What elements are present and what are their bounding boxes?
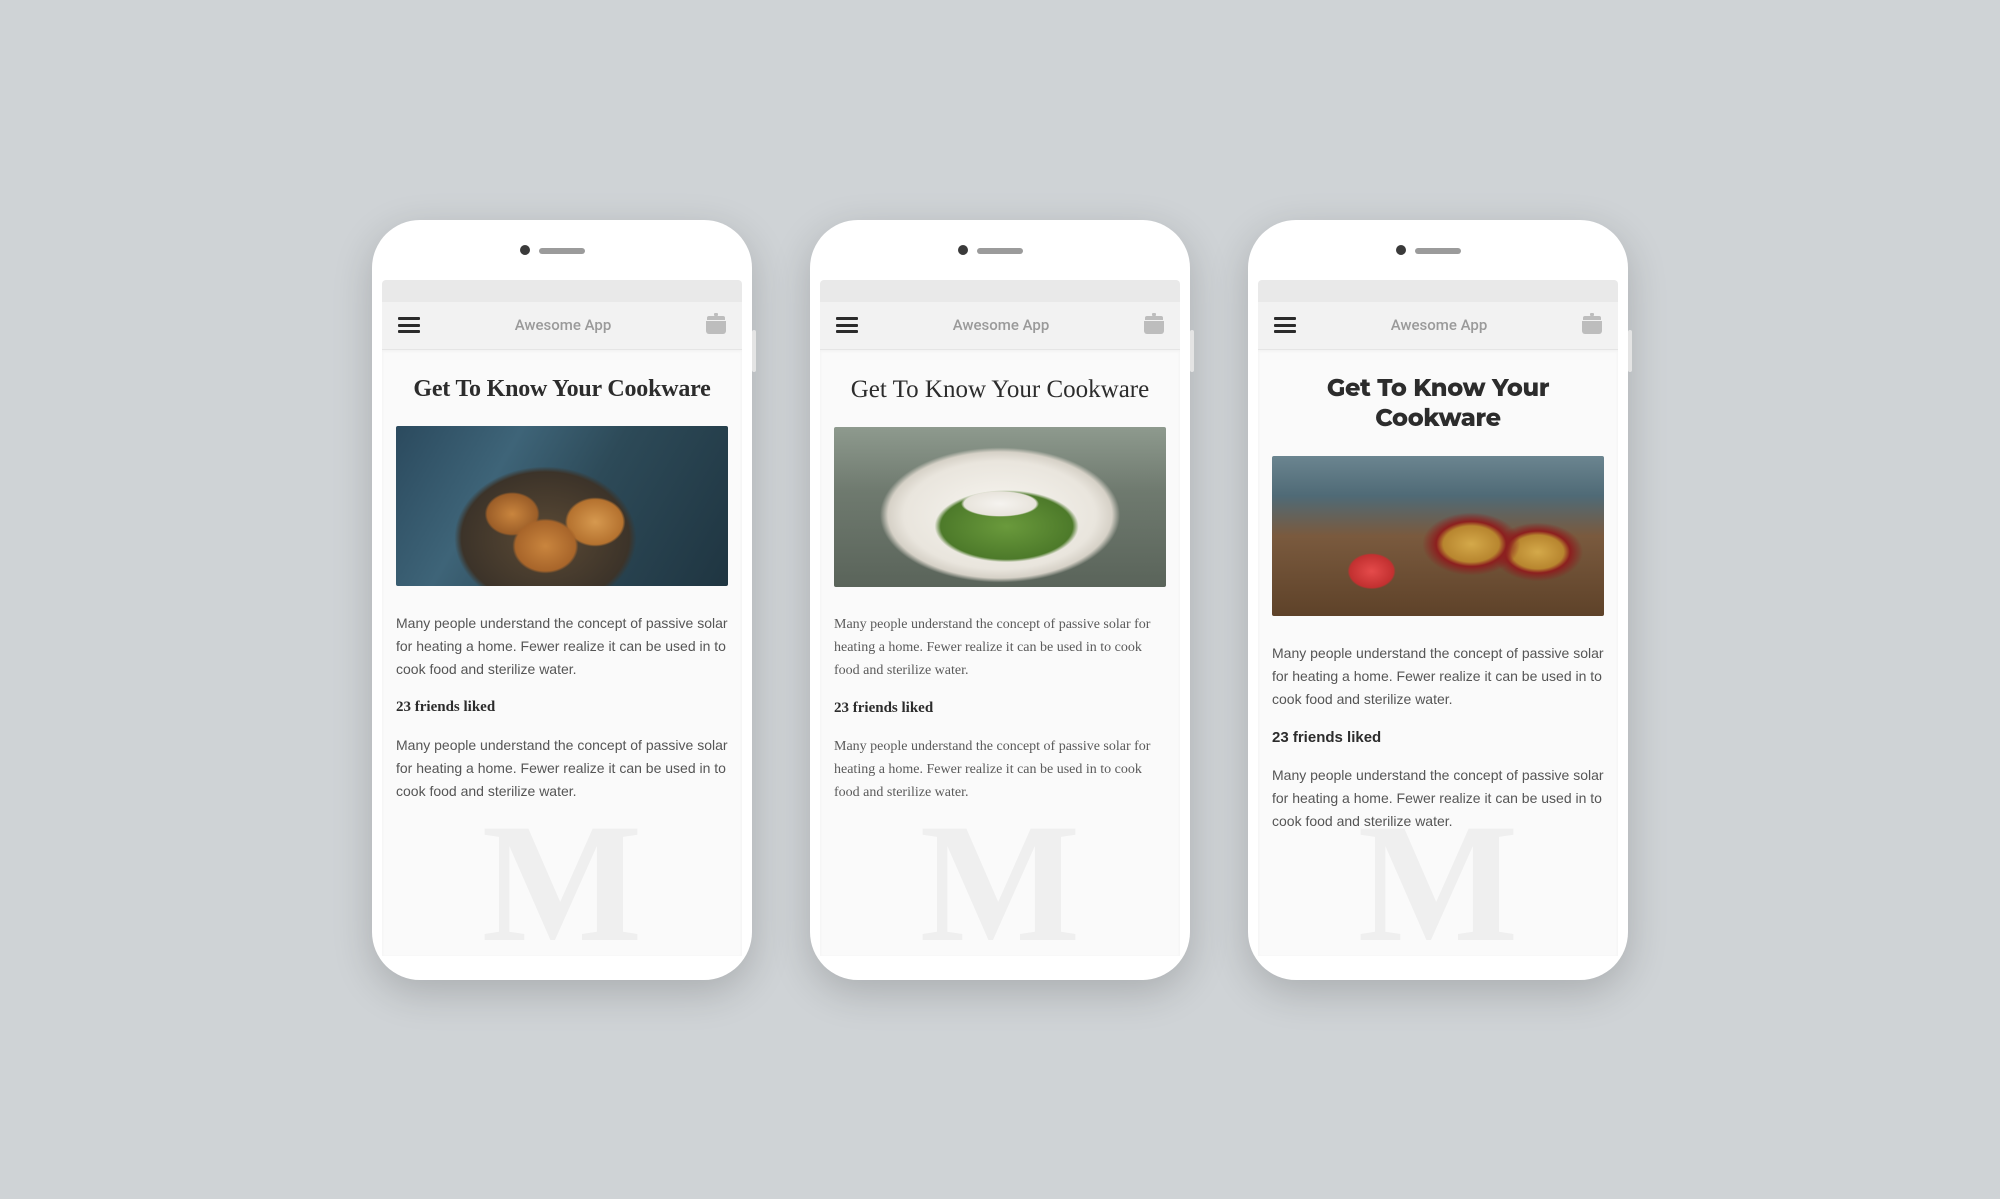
article-content: M Get To Know Your Cookware Many people … (820, 350, 1180, 956)
article-hero-image (834, 427, 1166, 587)
watermark-letter: M (482, 798, 642, 956)
phone-speaker (539, 248, 585, 254)
app-header: Awesome App (1258, 302, 1618, 350)
phone-mock-1: Awesome App M Get To Know Your Cookware … (372, 220, 752, 980)
phone-mock-3: Awesome App M Get To Know Your Cookware … (1248, 220, 1628, 980)
article-paragraph-1: Many people understand the concept of pa… (396, 612, 728, 681)
phone-camera (958, 245, 968, 255)
app-header: Awesome App (382, 302, 742, 350)
article-content: M Get To Know Your Cookware Many people … (1258, 350, 1618, 956)
menu-icon[interactable] (836, 317, 858, 333)
phone-camera (520, 245, 530, 255)
article-paragraph-2: Many people understand the concept of pa… (834, 735, 1166, 804)
status-bar (820, 280, 1180, 302)
friends-liked-label: 23 friends liked (1272, 729, 1604, 746)
phone-speaker (1415, 248, 1461, 254)
menu-icon[interactable] (1274, 317, 1296, 333)
article-hero-image (1272, 456, 1604, 616)
article-title: Get To Know Your Cookware (834, 374, 1166, 405)
article-paragraph-1: Many people understand the concept of pa… (834, 613, 1166, 682)
app-title: Awesome App (1391, 316, 1488, 334)
friends-liked-label: 23 friends liked (396, 699, 728, 716)
article-title: Get To Know Your Cookware (1272, 374, 1604, 434)
cookware-icon[interactable] (706, 316, 726, 334)
phone-side-button (1628, 330, 1632, 372)
phone-speaker (977, 248, 1023, 254)
app-header: Awesome App (820, 302, 1180, 350)
phone-mock-2: Awesome App M Get To Know Your Cookware … (810, 220, 1190, 980)
status-bar (382, 280, 742, 302)
article-content: M Get To Know Your Cookware Many people … (382, 350, 742, 956)
phone-side-button (752, 330, 756, 372)
device-showcase: Awesome App M Get To Know Your Cookware … (332, 180, 1668, 1020)
watermark-letter: M (920, 798, 1080, 956)
menu-icon[interactable] (398, 317, 420, 333)
article-paragraph-2: Many people understand the concept of pa… (1272, 764, 1604, 833)
cookware-icon[interactable] (1144, 316, 1164, 334)
article-title: Get To Know Your Cookware (396, 374, 728, 404)
cookware-icon[interactable] (1582, 316, 1602, 334)
article-hero-image (396, 426, 728, 586)
status-bar (1258, 280, 1618, 302)
friends-liked-label: 23 friends liked (834, 700, 1166, 717)
app-title: Awesome App (515, 316, 612, 334)
article-paragraph-2: Many people understand the concept of pa… (396, 734, 728, 803)
article-paragraph-1: Many people understand the concept of pa… (1272, 642, 1604, 711)
phone-camera (1396, 245, 1406, 255)
phone-side-button (1190, 330, 1194, 372)
app-title: Awesome App (953, 316, 1050, 334)
